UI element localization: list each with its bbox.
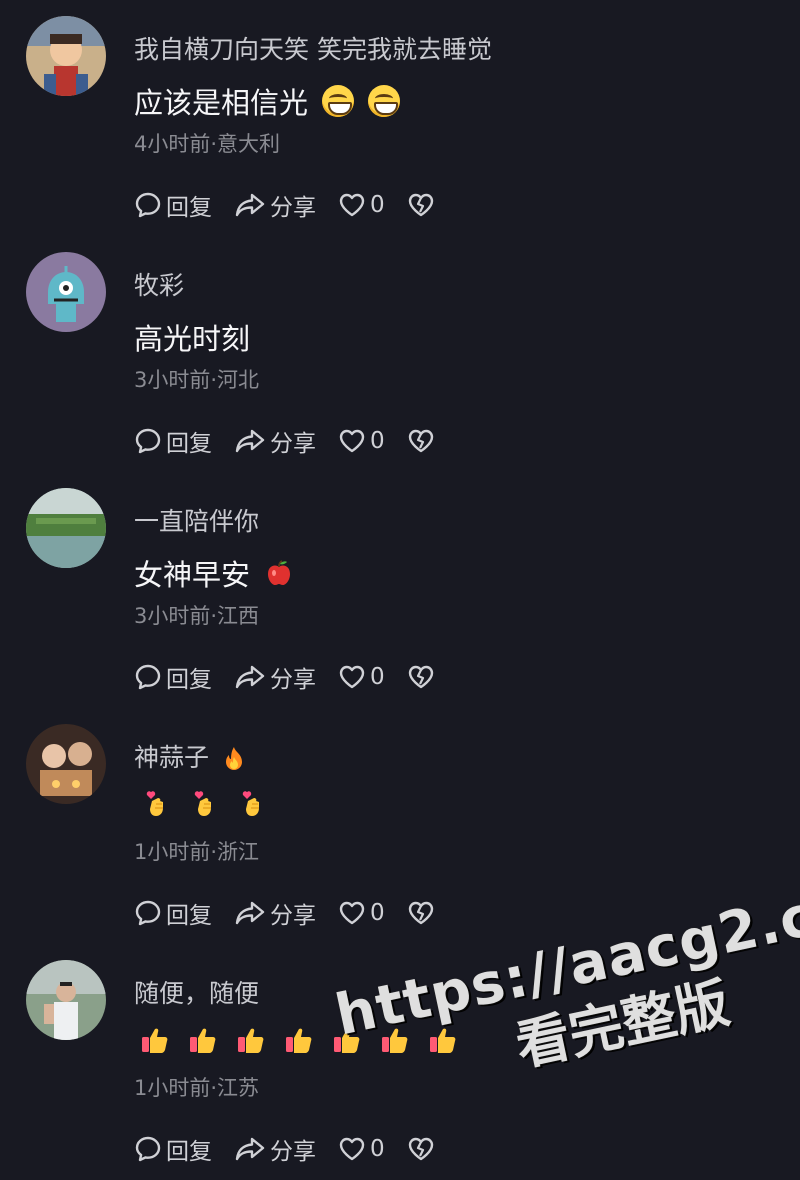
comment-text — [144, 788, 266, 820]
grinning-face-emoji — [322, 85, 355, 117]
reply-label: 回复 — [166, 431, 212, 457]
username[interactable]: 一直陪伴你 — [134, 502, 259, 538]
dislike-button[interactable] — [407, 192, 435, 218]
comment-text-content: 女神早安 — [134, 558, 251, 592]
heart-icon — [339, 1137, 365, 1161]
heart-icon — [339, 665, 365, 689]
speech-bubble-icon — [135, 1136, 161, 1162]
broken-heart-icon — [408, 665, 433, 689]
comment-item: 牧彩 高光时刻 3小时前·河北 回复 分享 0 — [0, 236, 800, 472]
grinning-face-emoji — [368, 85, 401, 117]
finger-heart-emoji — [194, 791, 211, 816]
reply-label: 回复 — [166, 195, 212, 221]
comment-text: 女神早安 — [134, 552, 294, 594]
comment-item: 我自横刀向天笑 笑完我就去睡觉 应该是相信光 4小时前·意大利 回复 分享 0 — [0, 0, 800, 236]
reply-button[interactable]: 回复 — [134, 188, 212, 222]
reply-button[interactable]: 回复 — [134, 1132, 212, 1166]
comment-text: 高光时刻 — [134, 316, 250, 358]
username[interactable]: 神蒜子 — [134, 738, 247, 774]
comment-meta: 3小时前·河北 — [134, 368, 260, 392]
reply-button[interactable]: 回复 — [134, 424, 212, 458]
username[interactable]: 牧彩 — [134, 266, 184, 302]
share-arrow-icon — [235, 665, 265, 689]
comment-actions: 回复 分享 0 — [134, 188, 457, 222]
comment-meta: 4小时前·意大利 — [134, 132, 281, 156]
thumbs-up-emoji — [190, 1028, 216, 1053]
like-count: 0 — [370, 900, 385, 926]
username-text: 神蒜子 — [134, 743, 210, 772]
like-count: 0 — [370, 428, 385, 454]
share-arrow-icon — [235, 1137, 265, 1161]
username[interactable]: 随便，随便 — [134, 974, 259, 1010]
comment-meta: 3小时前·江西 — [134, 604, 260, 628]
avatar[interactable] — [26, 488, 106, 568]
red-apple-emoji — [268, 560, 291, 585]
finger-heart-emoji — [242, 791, 259, 816]
comment-meta: 1小时前·江苏 — [134, 1076, 260, 1100]
broken-heart-icon — [408, 429, 433, 453]
heart-icon — [339, 193, 365, 217]
share-label: 分享 — [270, 903, 316, 929]
avatar[interactable] — [26, 252, 106, 332]
share-button[interactable]: 分享 — [234, 660, 316, 694]
reply-button[interactable]: 回复 — [134, 896, 212, 930]
dislike-button[interactable] — [407, 900, 435, 926]
share-label: 分享 — [270, 1139, 316, 1165]
share-arrow-icon — [235, 429, 265, 453]
comment-actions: 回复 分享 0 — [134, 896, 457, 930]
share-label: 分享 — [270, 195, 316, 221]
thumbs-up-emoji — [286, 1028, 312, 1053]
comment-text-content: 高光时刻 — [134, 322, 251, 356]
speech-bubble-icon — [135, 428, 161, 454]
comment-item: 一直陪伴你 女神早安 3小时前·江西 回复 分享 0 — [0, 472, 800, 708]
thumbs-up-emoji — [238, 1028, 264, 1053]
share-button[interactable]: 分享 — [234, 424, 316, 458]
like-button[interactable]: 0 — [338, 428, 385, 454]
share-button[interactable]: 分享 — [234, 896, 316, 930]
share-arrow-icon — [235, 901, 265, 925]
username[interactable]: 我自横刀向天笑 笑完我就去睡觉 — [134, 30, 492, 66]
reply-label: 回复 — [166, 667, 212, 693]
speech-bubble-icon — [135, 664, 161, 690]
thumbs-up-emoji — [142, 1028, 168, 1053]
like-button[interactable]: 0 — [338, 192, 385, 218]
broken-heart-icon — [408, 901, 433, 925]
share-button[interactable]: 分享 — [234, 1132, 316, 1166]
speech-bubble-icon — [135, 900, 161, 926]
share-arrow-icon — [235, 193, 265, 217]
like-button[interactable]: 0 — [338, 664, 385, 690]
fire-emoji — [225, 747, 242, 770]
reply-label: 回复 — [166, 1139, 212, 1165]
like-count: 0 — [370, 664, 385, 690]
share-button[interactable]: 分享 — [234, 188, 316, 222]
like-button[interactable]: 0 — [338, 900, 385, 926]
avatar[interactable] — [26, 724, 106, 804]
share-label: 分享 — [270, 667, 316, 693]
comment-text: 应该是相信光 — [134, 80, 401, 122]
finger-heart-emoji — [146, 791, 163, 816]
broken-heart-icon — [408, 193, 433, 217]
comment-actions: 回复 分享 0 — [134, 424, 457, 458]
dislike-button[interactable] — [407, 664, 435, 690]
reply-button[interactable]: 回复 — [134, 660, 212, 694]
heart-icon — [339, 901, 365, 925]
avatar[interactable] — [26, 16, 106, 96]
heart-icon — [339, 429, 365, 453]
speech-bubble-icon — [135, 192, 161, 218]
dislike-button[interactable] — [407, 428, 435, 454]
comment-meta: 1小时前·浙江 — [134, 840, 260, 864]
comment-item: 神蒜子 1小时前·浙江 回复 分享 0 — [0, 708, 800, 944]
comment-text-content: 应该是相信光 — [134, 86, 309, 120]
comment-actions: 回复 分享 0 — [134, 660, 457, 694]
avatar[interactable] — [26, 960, 106, 1040]
reply-label: 回复 — [166, 903, 212, 929]
share-label: 分享 — [270, 431, 316, 457]
like-count: 0 — [370, 192, 385, 218]
